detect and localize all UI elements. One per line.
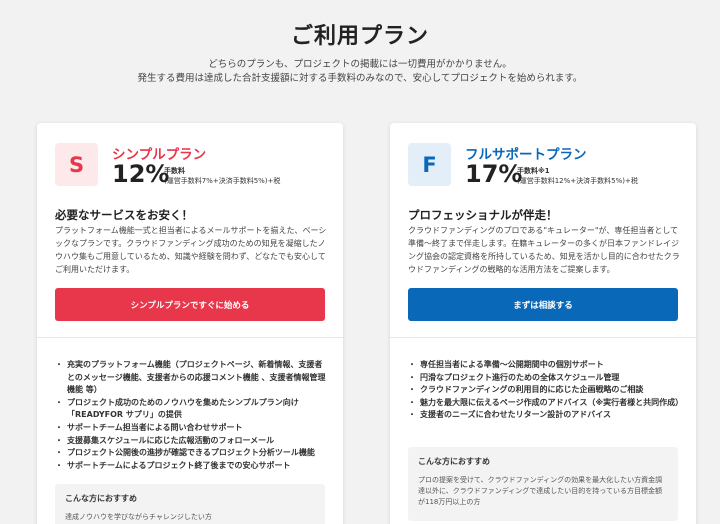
recommendation-text: 達成ノウハウを学びながらチャレンジしたい方 — [65, 513, 212, 521]
list-item: 充実のプラットフォーム機能（プロジェクトページ、新着情報、支援者とのメッセージ機… — [55, 359, 327, 397]
simple-plan-card: S シンプルプラン 12% 手数料 (運営手数料7%+決済手数料5%)+税 必要… — [37, 123, 343, 524]
fee-label: 手数料※1 — [517, 167, 550, 175]
recommendation-box: こんな方におすすめ 達成ノウハウを学びながらチャレンジしたい方 — [55, 484, 325, 524]
list-item: 支援者のニーズに合わせたリターン設計のアドバイス — [408, 409, 680, 422]
list-item: クラウドファンディングの利用目的に応じた企画戦略のご相談 — [408, 384, 680, 397]
full-support-plan-card: F フルサポートプラン 17% 手数料※1 (運営手数料12%+決済手数料5%)… — [390, 123, 696, 524]
recommendation-title: こんな方におすすめ — [418, 457, 490, 466]
plan-description: クラウドファンディングのプロである"キュレーター"が、専任担当者として準備〜終了… — [408, 226, 680, 274]
fee-detail: (運営手数料7%+決済手数料5%)+税 — [164, 177, 281, 185]
fee-note: 手数料 (運営手数料7%+決済手数料5%)+税 — [164, 166, 280, 186]
start-simple-plan-button[interactable]: シンプルプランですぐに始める — [55, 288, 325, 321]
page-title: ご利用プラン — [290, 24, 429, 49]
plan-badge-f: F — [408, 143, 451, 186]
list-item: サポートチームによるプロジェクト終了後までの安心サポート — [55, 460, 327, 473]
list-item: サポートチーム担当者による問い合わせサポート — [55, 422, 327, 435]
divider — [390, 337, 696, 338]
list-item: 魅力を最大限に伝えるページ作成のアドバイス（※実行者様と共同作成） — [408, 397, 683, 410]
list-item: 円滑なプロジェクト進行のための全体スケジュール管理 — [408, 372, 680, 385]
divider — [37, 337, 343, 338]
fee-label: 手数料 — [164, 167, 185, 175]
feature-list: 充実のプラットフォーム機能（プロジェクトページ、新着情報、支援者とのメッセージ機… — [55, 359, 327, 473]
plan-heading: 必要なサービスをお安く！ — [55, 208, 193, 222]
recommendation-text: プロの提案を受けて、クラウドファンディングの効果を最大化したい方資金調達以外に、… — [418, 476, 663, 506]
fee-rate: 12% — [112, 160, 170, 188]
list-item: プロジェクト成功のためのノウハウを集めたシンプルプラン向け「READYFOR サ… — [55, 397, 327, 422]
list-item: 支援募集スケジュールに応じた広報活動のフォローメール — [55, 435, 327, 448]
list-item: プロジェクト公開後の進捗が確認できるプロジェクト分析ツール機能 — [55, 447, 327, 460]
plan-description: プラットフォーム機能一式と担当者によるメールサポートを揃えた、ベーシックなプラン… — [55, 226, 327, 274]
intro-line-2: 発生する費用は達成した合計支援額に対する手数料のみなので、安心してプロジェクトを… — [137, 73, 583, 84]
feature-list: 専任担当者による準備〜公開期間中の個別サポート 円滑なプロジェクト進行のための全… — [408, 359, 683, 422]
recommendation-box: こんな方におすすめ プロの提案を受けて、クラウドファンディングの効果を最大化した… — [408, 447, 678, 521]
list-item: 専任担当者による準備〜公開期間中の個別サポート — [408, 359, 680, 372]
fee-detail: (運営手数料12%+決済手数料5%)+税 — [517, 177, 638, 185]
recommendation-title: こんな方におすすめ — [65, 494, 137, 503]
intro-line-1: どちらのプランも、プロジェクトの掲載には一切費用がかかりません。 — [208, 59, 512, 70]
fee-note: 手数料※1 (運営手数料12%+決済手数料5%)+税 — [517, 166, 638, 186]
intro-text: どちらのプランも、プロジェクトの掲載には一切費用がかかりません。 発生する費用は… — [0, 58, 720, 86]
plan-heading: プロフェッショナルが伴走！ — [408, 208, 558, 222]
fee-rate: 17% — [465, 160, 523, 188]
consult-button[interactable]: まずは相談する — [408, 288, 678, 321]
plan-badge-s: S — [55, 143, 98, 186]
